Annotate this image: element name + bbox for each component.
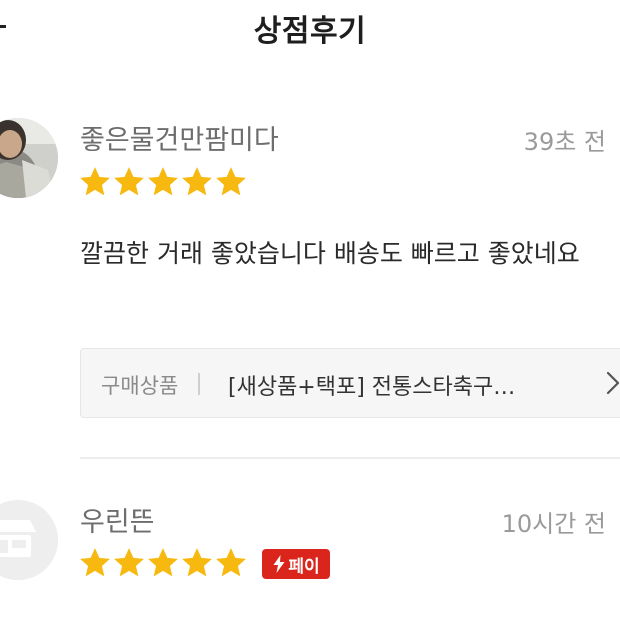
star-icon xyxy=(148,167,178,196)
purchased-product-link[interactable]: 구매상품 [새상품+택포] 전통스타축구… xyxy=(80,348,620,418)
review-time: 10시간 전 xyxy=(501,510,606,538)
avatar[interactable] xyxy=(0,500,58,580)
star-icon xyxy=(216,167,246,196)
user-photo-icon xyxy=(0,118,58,198)
pay-badge: 페이 xyxy=(262,549,330,579)
pay-badge-label: 페이 xyxy=(288,556,320,577)
divider xyxy=(198,373,200,395)
reviewer-nickname[interactable]: 우린뜬 xyxy=(80,500,155,539)
store-icon xyxy=(0,500,58,580)
star-rating xyxy=(78,165,248,201)
review-item: 좋은물건만팜미다 39초 전 깔끔한 거래 좋았습니다 배송도 빠르고 좋았네요… xyxy=(0,0,620,460)
star-icon xyxy=(182,548,212,577)
avatar[interactable] xyxy=(0,118,58,198)
star-icon xyxy=(148,548,178,577)
star-icon xyxy=(80,167,110,196)
chevron-right-icon xyxy=(606,371,620,395)
star-icon xyxy=(80,548,110,577)
star-icon xyxy=(182,167,212,196)
star-icon xyxy=(114,167,144,196)
star-icon xyxy=(216,548,246,577)
product-name: [새상품+택포] 전통스타축구… xyxy=(228,375,516,400)
review-time: 39초 전 xyxy=(523,128,606,156)
review-item: 우린뜬 10시간 전 페이 xyxy=(0,460,620,620)
star-rating xyxy=(78,546,248,582)
reviewer-nickname[interactable]: 좋은물건만팜미다 xyxy=(80,118,279,157)
product-label: 구매상품 xyxy=(101,374,179,398)
review-content: 깔끔한 거래 좋았습니다 배송도 빠르고 좋았네요 xyxy=(80,239,580,268)
star-icon xyxy=(114,548,144,577)
divider xyxy=(80,457,620,459)
lightning-icon xyxy=(273,555,285,573)
